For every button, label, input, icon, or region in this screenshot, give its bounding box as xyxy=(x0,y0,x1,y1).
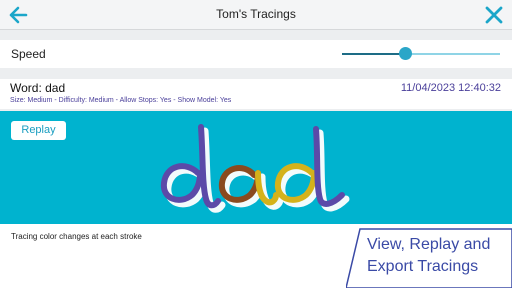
slider-track-active xyxy=(342,53,406,55)
word-info: Word: dad 11/04/2023 12:40:32 Size: Medi… xyxy=(0,79,512,109)
tracing-settings: Size: Medium - Difficulty: Medium - Allo… xyxy=(10,97,232,104)
tracing-hint: Tracing color changes at each stroke xyxy=(11,232,142,241)
slider-track xyxy=(405,53,500,55)
speed-label: Speed xyxy=(11,47,46,61)
promo-banner: View, Replay and Export Tracings xyxy=(346,228,512,288)
tracing-canvas: Replay xyxy=(0,111,512,224)
speed-slider[interactable] xyxy=(340,47,502,61)
tracing-drawing xyxy=(160,124,350,213)
promo-line-1: View, Replay and xyxy=(367,236,491,253)
word-label: Word: dad xyxy=(10,81,66,95)
tracing-timestamp: 11/04/2023 12:40:32 xyxy=(400,82,501,94)
page-title: Tom's Tracings xyxy=(216,7,296,21)
app-header: Tom's Tracings xyxy=(0,0,512,30)
close-icon[interactable] xyxy=(482,3,506,27)
speed-row: Speed xyxy=(0,40,512,68)
slider-thumb[interactable] xyxy=(398,47,412,60)
promo-line-2: Export Tracings xyxy=(367,258,479,275)
replay-button[interactable]: Replay xyxy=(11,121,66,140)
